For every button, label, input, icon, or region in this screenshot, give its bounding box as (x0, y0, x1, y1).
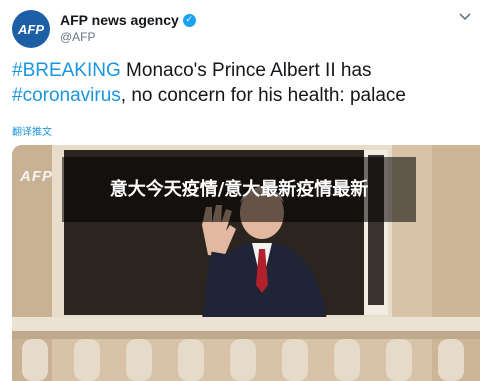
account-name-row: AFP news agency ✓ (60, 12, 196, 28)
overlay-title: 意大今天疫情/意大最新疫情最新 (62, 157, 416, 222)
hashtag-link[interactable]: #coronavirus (12, 85, 121, 106)
tweet-text-part: , no concern for his health: palace (120, 85, 406, 106)
account-handle[interactable]: @AFP (60, 30, 96, 44)
tweet-text-part: Monaco's Prince Albert II has (120, 60, 372, 81)
chevron-down-icon[interactable] (458, 10, 472, 24)
hashtag-link[interactable]: #BREAKING (12, 60, 121, 81)
account-name[interactable]: AFP news agency (60, 12, 179, 28)
tweet-text: #BREAKING Monaco's Prince Albert II has … (12, 58, 472, 108)
afp-watermark: AFP (20, 168, 53, 185)
translate-tweet-link[interactable]: 翻译推文 (12, 123, 52, 138)
verified-check-icon: ✓ (182, 13, 196, 27)
avatar[interactable]: AFP (12, 10, 50, 48)
